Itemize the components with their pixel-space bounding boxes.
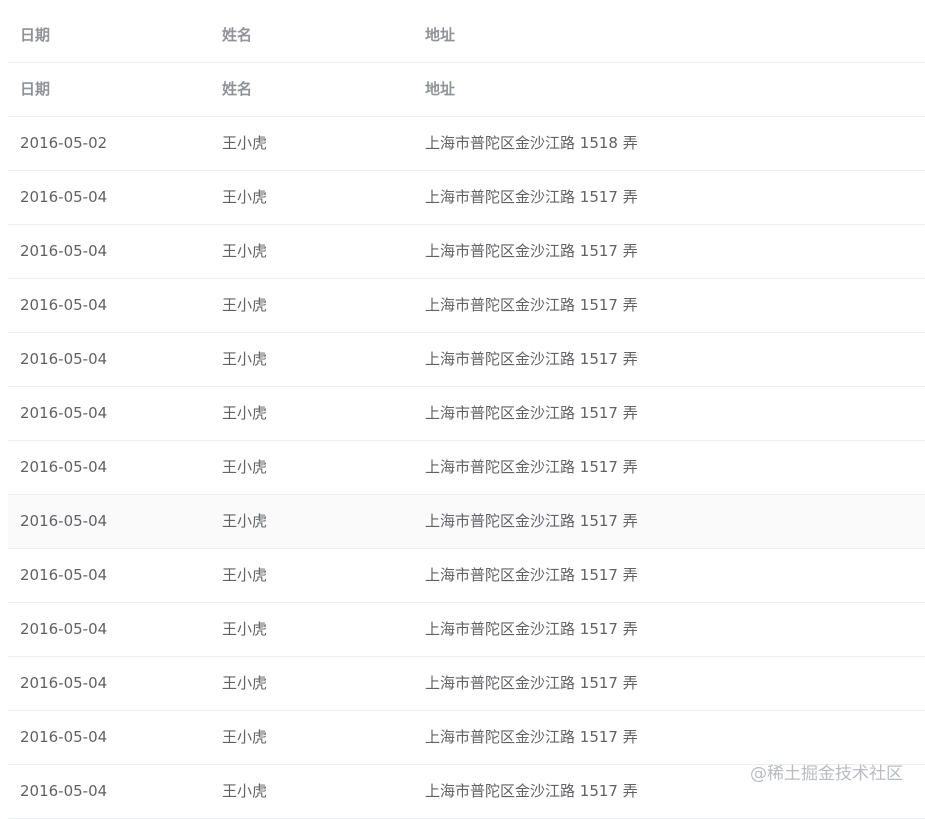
cell-date: 2016-05-04 — [20, 620, 108, 638]
table-row[interactable]: 2016-05-04 王小虎 上海市普陀区金沙江路 1517 弄 — [8, 495, 925, 549]
cell-address: 上海市普陀区金沙江路 1517 弄 — [425, 512, 638, 530]
cell-date: 2016-05-02 — [20, 134, 108, 152]
cell-date: 2016-05-04 — [20, 404, 108, 422]
cell-name: 王小虎 — [222, 620, 268, 638]
header-address[interactable]: 地址 — [425, 9, 455, 62]
header-date[interactable]: 日期 — [20, 9, 50, 62]
header-address[interactable]: 地址 — [425, 63, 455, 116]
cell-name: 王小虎 — [222, 674, 268, 692]
cell-address: 上海市普陀区金沙江路 1517 弄 — [425, 242, 638, 260]
cell-address: 上海市普陀区金沙江路 1517 弄 — [425, 728, 638, 746]
table-header-row: 日期 姓名 地址 — [8, 9, 925, 63]
table-row[interactable]: 2016-05-04 王小虎 上海市普陀区金沙江路 1517 弄 — [8, 171, 925, 225]
cell-name: 王小虎 — [222, 350, 268, 368]
cell-name: 王小虎 — [222, 512, 268, 530]
cell-address: 上海市普陀区金沙江路 1518 弄 — [425, 134, 638, 152]
data-table: 日期 姓名 地址 日期 姓名 地址 2016-05-02 王小虎 上海市普陀区金… — [8, 9, 925, 819]
table-row[interactable]: 2016-05-04 王小虎 上海市普陀区金沙江路 1517 弄 — [8, 333, 925, 387]
table-row[interactable]: 2016-05-04 王小虎 上海市普陀区金沙江路 1517 弄 — [8, 711, 925, 765]
cell-name: 王小虎 — [222, 296, 268, 314]
cell-address: 上海市普陀区金沙江路 1517 弄 — [425, 296, 638, 314]
cell-name: 王小虎 — [222, 134, 268, 152]
table-row[interactable]: 2016-05-04 王小虎 上海市普陀区金沙江路 1517 弄 — [8, 603, 925, 657]
cell-name: 王小虎 — [222, 458, 268, 476]
table-row[interactable]: 2016-05-04 王小虎 上海市普陀区金沙江路 1517 弄 — [8, 549, 925, 603]
cell-name: 王小虎 — [222, 782, 268, 800]
cell-address: 上海市普陀区金沙江路 1517 弄 — [425, 674, 638, 692]
cell-address: 上海市普陀区金沙江路 1517 弄 — [425, 188, 638, 206]
cell-name: 王小虎 — [222, 188, 268, 206]
cell-date: 2016-05-04 — [20, 674, 108, 692]
cell-name: 王小虎 — [222, 404, 268, 422]
cell-date: 2016-05-04 — [20, 296, 108, 314]
table-row[interactable]: 2016-05-04 王小虎 上海市普陀区金沙江路 1517 弄 — [8, 225, 925, 279]
cell-date: 2016-05-04 — [20, 458, 108, 476]
cell-name: 王小虎 — [222, 728, 268, 746]
header-name[interactable]: 姓名 — [222, 63, 252, 116]
cell-name: 王小虎 — [222, 566, 268, 584]
cell-date: 2016-05-04 — [20, 566, 108, 584]
table-row[interactable]: 2016-05-04 王小虎 上海市普陀区金沙江路 1517 弄 — [8, 387, 925, 441]
cell-address: 上海市普陀区金沙江路 1517 弄 — [425, 566, 638, 584]
header-name[interactable]: 姓名 — [222, 9, 252, 62]
table-row[interactable]: 2016-05-04 王小虎 上海市普陀区金沙江路 1517 弄 — [8, 657, 925, 711]
cell-date: 2016-05-04 — [20, 350, 108, 368]
cell-address: 上海市普陀区金沙江路 1517 弄 — [425, 404, 638, 422]
cell-address: 上海市普陀区金沙江路 1517 弄 — [425, 782, 638, 800]
table-row[interactable]: 2016-05-04 王小虎 上海市普陀区金沙江路 1517 弄 — [8, 441, 925, 495]
cell-date: 2016-05-04 — [20, 242, 108, 260]
cell-date: 2016-05-04 — [20, 728, 108, 746]
cell-address: 上海市普陀区金沙江路 1517 弄 — [425, 620, 638, 638]
cell-name: 王小虎 — [222, 242, 268, 260]
watermark: @稀土掘金技术社区 — [750, 764, 903, 784]
cell-date: 2016-05-04 — [20, 188, 108, 206]
table-row[interactable]: 2016-05-02 王小虎 上海市普陀区金沙江路 1518 弄 — [8, 117, 925, 171]
cell-address: 上海市普陀区金沙江路 1517 弄 — [425, 458, 638, 476]
header-date[interactable]: 日期 — [20, 63, 50, 116]
cell-date: 2016-05-04 — [20, 512, 108, 530]
table-row[interactable]: 2016-05-04 王小虎 上海市普陀区金沙江路 1517 弄 — [8, 279, 925, 333]
table-header-row: 日期 姓名 地址 — [8, 63, 925, 117]
cell-date: 2016-05-04 — [20, 782, 108, 800]
cell-address: 上海市普陀区金沙江路 1517 弄 — [425, 350, 638, 368]
